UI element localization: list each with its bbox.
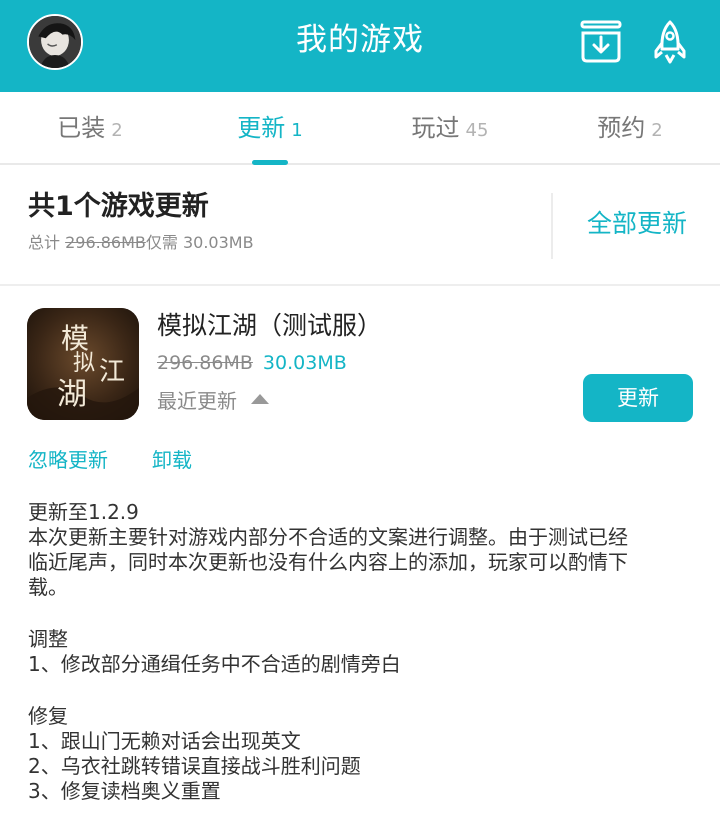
logo-char: 江: [99, 357, 125, 387]
update-count-title: 共1个游戏更新: [28, 191, 209, 222]
game-old-size: 296.86MB: [157, 352, 253, 374]
rocket-icon: [654, 20, 686, 64]
logo-char: 湖: [57, 377, 87, 412]
tab-count: 2: [111, 120, 123, 141]
changelog-item: 3、修复读档奥义重置: [28, 779, 221, 803]
changelog-item: 1、修改部分通缉任务中不合适的剧情旁白: [28, 652, 401, 676]
changelog-item: 1、跟山门无赖对话会出现英文: [28, 729, 301, 753]
update-button[interactable]: 更新: [583, 374, 693, 422]
recent-update-toggle[interactable]: 最近更新: [157, 387, 269, 415]
changelog-text: 本次更新主要针对游戏内部分不合适的文案进行调整。由于测试已经: [28, 525, 628, 549]
download-box-icon: [580, 20, 622, 63]
download-manager-button[interactable]: [579, 19, 623, 65]
tab-label: 预约: [597, 114, 646, 142]
changelog-section-title: 修复: [28, 704, 68, 728]
tab-played[interactable]: 玩过 45: [360, 92, 540, 163]
tab-label: 玩过: [411, 114, 460, 142]
tab-updates[interactable]: 更新 1: [180, 92, 360, 165]
game-icon[interactable]: 模 拟 江 湖: [27, 308, 139, 420]
divider: [551, 193, 553, 259]
recent-update-label: 最近更新: [157, 389, 237, 413]
changelog-version: 更新至1.2.9: [28, 500, 139, 524]
update-summary: 共1个游戏更新 总计 296.86MB仅需 30.03MB 全部更新: [0, 165, 720, 286]
tab-reserved[interactable]: 预约 2: [540, 92, 720, 163]
tab-count: 1: [291, 120, 303, 141]
update-size-info: 总计 296.86MB仅需 30.03MB: [28, 232, 254, 254]
update-all-button[interactable]: 全部更新: [568, 207, 706, 241]
chevron-up-icon: [251, 394, 269, 404]
tab-label: 已装: [57, 114, 106, 142]
total-label: 总计: [28, 233, 61, 252]
tab-count: 45: [465, 120, 489, 141]
need-size: 30.03MB: [182, 233, 254, 252]
game-new-size: 30.03MB: [262, 352, 347, 374]
need-label: 仅需: [145, 233, 178, 252]
app-header: 我的游戏: [0, 0, 720, 92]
uninstall-link[interactable]: 卸载: [152, 447, 192, 473]
changelog-item: 2、乌衣社跳转错误直接战斗胜利问题: [28, 754, 361, 778]
game-title: 模拟江湖（测试服）: [157, 311, 383, 340]
tab-label: 更新: [237, 114, 286, 142]
changelog: 更新至1.2.9 本次更新主要针对游戏内部分不合适的文案进行调整。由于测试已经 …: [28, 500, 698, 804]
tab-bar: 已装 2 更新 1 玩过 45 预约 2: [0, 92, 720, 165]
changelog-text: 载。: [28, 575, 68, 599]
game-logo-art: 模 拟 江 湖: [27, 308, 139, 420]
speedup-button[interactable]: [648, 19, 692, 65]
tab-installed[interactable]: 已装 2: [0, 92, 180, 163]
changelog-text: 临近尾声，同时本次更新也没有什么内容上的添加，玩家可以酌情下: [28, 550, 628, 574]
total-old-size: 296.86MB: [65, 233, 146, 252]
ignore-update-link[interactable]: 忽略更新: [28, 447, 108, 473]
tab-count: 2: [651, 120, 663, 141]
game-size-info: 296.86MB 30.03MB: [157, 350, 347, 376]
changelog-section-title: 调整: [28, 627, 68, 651]
logo-char: 拟: [73, 351, 95, 376]
